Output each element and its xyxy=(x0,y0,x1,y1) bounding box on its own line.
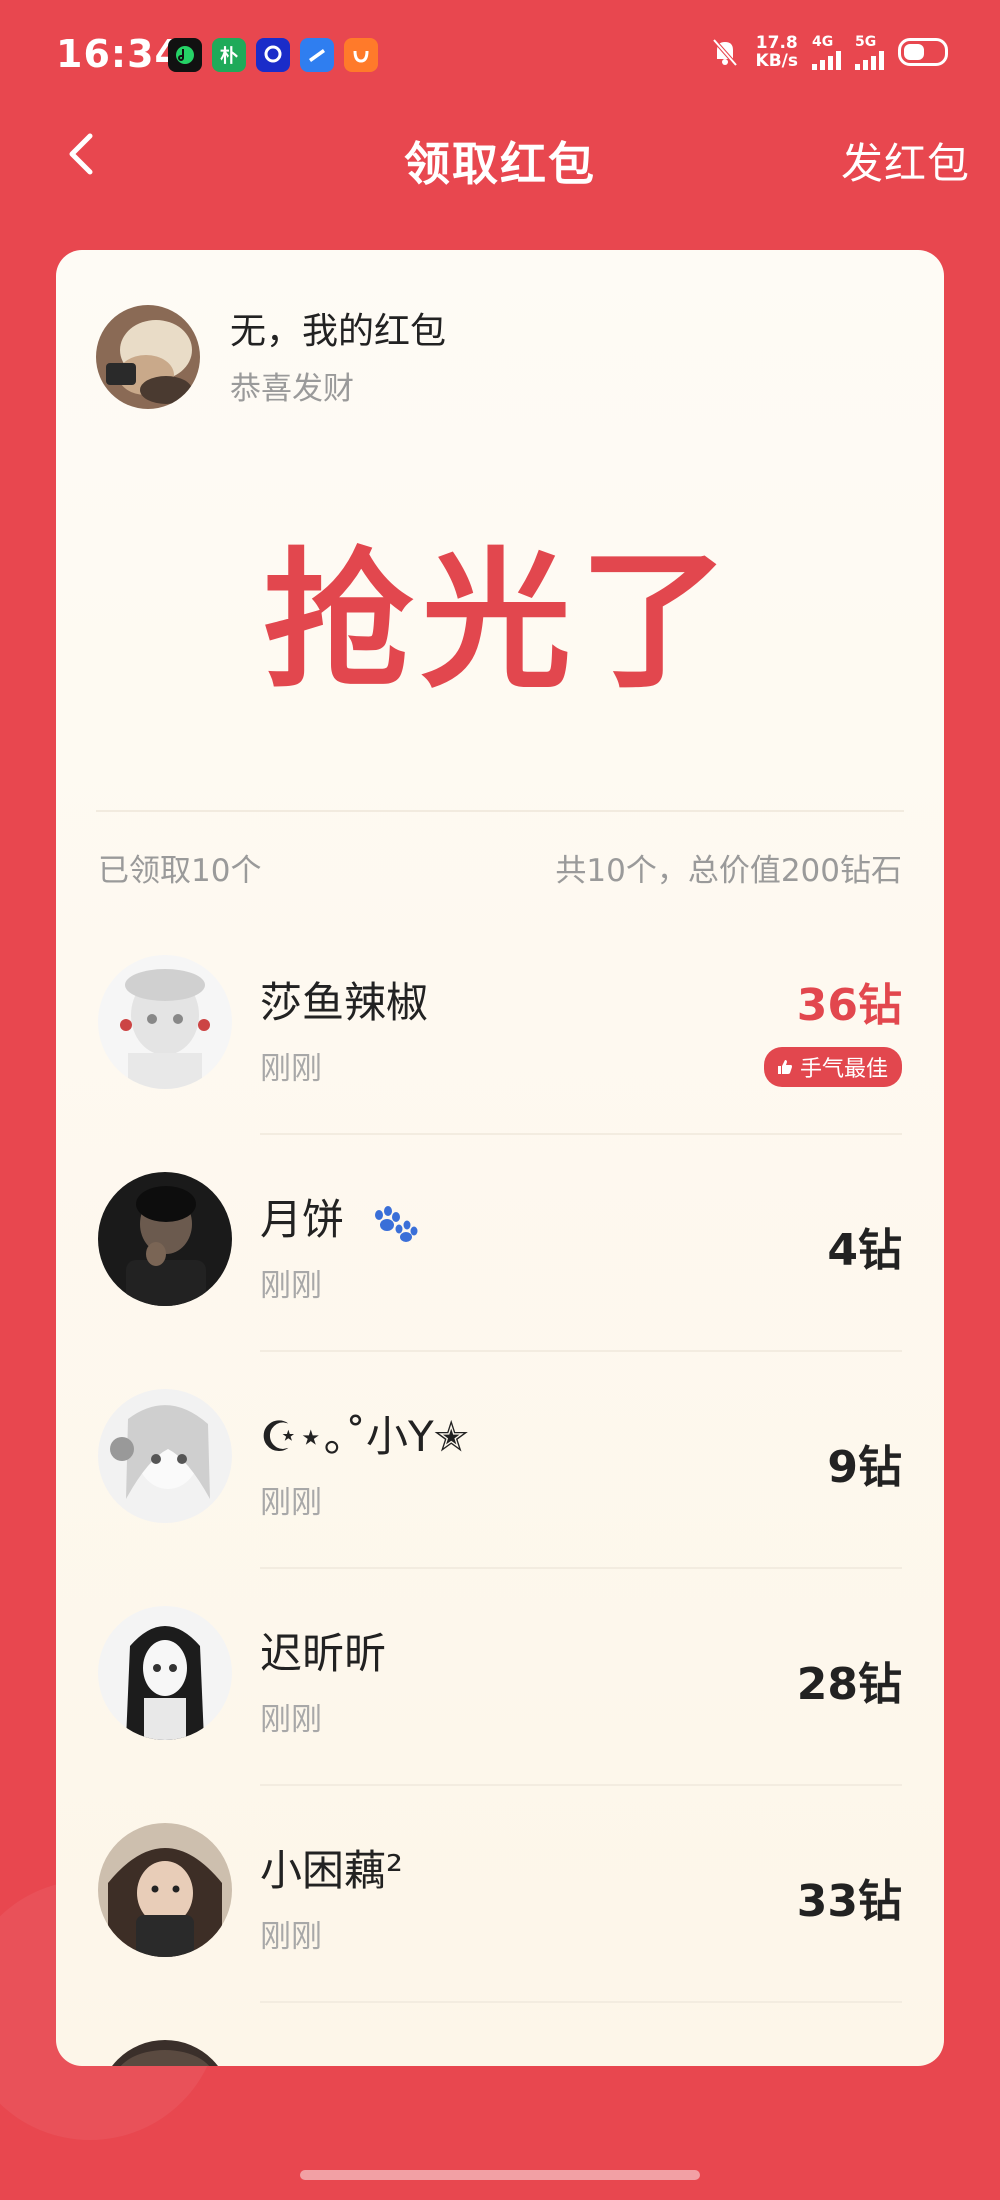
packet-summary: 已领取10个 共10个，总价值200钻石 xyxy=(98,845,902,890)
receiver-avatar[interactable] xyxy=(98,1389,232,1523)
divider xyxy=(96,810,904,812)
receive-amount: 36钻 xyxy=(796,980,902,1031)
receive-amount: 33钻 xyxy=(796,1876,902,1927)
row-divider xyxy=(260,1350,902,1352)
music-app-icon xyxy=(168,38,202,72)
home-indicator[interactable] xyxy=(300,2170,700,2180)
row-divider xyxy=(260,1133,902,1135)
receiver-row: 莎鱼辣椒 刚刚 36钻 手气最佳 xyxy=(98,955,902,1172)
total-value: 共10个，总价值200钻石 xyxy=(555,853,902,889)
sim2-signal: 5G xyxy=(855,34,884,70)
notification-app-icons: 朴 xyxy=(168,38,378,72)
receiver-avatar[interactable] xyxy=(98,1606,232,1740)
sender-greeting: 恭喜发财 xyxy=(230,370,354,407)
browser-app-icon xyxy=(256,38,290,72)
sim1-signal: 4G xyxy=(812,34,841,70)
red-packet-card: 无，我的红包 恭喜发财 抢光了 已领取10个 共10个，总价值200钻石 莎鱼辣… xyxy=(56,250,944,2066)
best-luck-badge: 手气最佳 xyxy=(763,1047,902,1087)
sender-avatar[interactable] xyxy=(96,305,200,409)
status-bar: 16:34 朴 17.8 KB/s 4G 5G xyxy=(0,0,1000,110)
receive-time: 刚刚 xyxy=(260,1485,322,1521)
receiver-row: 月饼 刚刚 4钻 xyxy=(98,1172,902,1389)
receive-amount: 4钻 xyxy=(827,1225,902,1276)
status-indicators: 17.8 KB/s 4G 5G xyxy=(708,34,948,70)
receiver-avatar[interactable] xyxy=(98,1823,232,1957)
network-speed: 17.8 KB/s xyxy=(755,33,798,71)
receiver-name: 迟昕昕 xyxy=(260,1629,387,1678)
receive-amount: 9钻 xyxy=(827,1442,902,1493)
mail-app-icon xyxy=(300,38,334,72)
receiver-row: 小困藕² 刚刚 33钻 xyxy=(98,1823,902,2040)
receiver-name: 月饼 xyxy=(260,1186,419,1247)
signal-bars-icon xyxy=(812,50,841,70)
receive-time: 刚刚 xyxy=(260,1051,322,1087)
receiver-avatar[interactable] xyxy=(98,2040,232,2066)
sender-info: 无，我的红包 恭喜发财 xyxy=(96,305,446,409)
receiver-row: 迟昕昕 刚刚 28钻 xyxy=(98,1606,902,1823)
mute-bell-icon xyxy=(712,38,738,67)
receiver-row: ☪⋆｡˚小Y✭ 刚刚 9钻 xyxy=(98,1389,902,1606)
navigation-bar: 领取红包 发红包 xyxy=(0,100,1000,210)
receiver-name: 小困藕² xyxy=(260,1846,403,1895)
row-divider xyxy=(260,2001,902,2003)
receiver-name: ☪⋆｡˚小Y✭ xyxy=(260,1412,469,1461)
thumbs-up-icon xyxy=(777,1060,792,1074)
receive-time: 刚刚 xyxy=(260,1919,322,1955)
pu-app-icon: 朴 xyxy=(212,38,246,72)
receive-amount: 28钻 xyxy=(796,1659,902,1710)
clock: 16:34 xyxy=(56,32,182,76)
battery-icon xyxy=(898,38,948,66)
all-grabbed-status: 抢光了 xyxy=(262,535,737,709)
row-divider xyxy=(260,1784,902,1786)
receiver-list[interactable]: 莎鱼辣椒 刚刚 36钻 手气最佳 月饼 刚刚 4钻 ☪⋆｡˚小Y✭ 刚刚 9钻 … xyxy=(98,955,902,2066)
receiver-row-partial xyxy=(98,2040,902,2066)
sender-name: 无，我的红包 xyxy=(230,310,447,352)
receive-time: 刚刚 xyxy=(260,1702,322,1738)
row-divider xyxy=(260,1567,902,1569)
receiver-name: 莎鱼辣椒 xyxy=(260,978,429,1027)
received-count: 已领取10个 xyxy=(98,853,262,889)
signal-bars-icon xyxy=(855,50,884,70)
paw-prints-icon xyxy=(375,1205,418,1242)
didi-app-icon xyxy=(344,38,378,72)
send-red-packet-button[interactable]: 发红包 xyxy=(841,130,970,191)
receiver-avatar[interactable] xyxy=(98,1172,232,1306)
receive-time: 刚刚 xyxy=(260,1268,322,1304)
receiver-avatar[interactable] xyxy=(98,955,232,1089)
